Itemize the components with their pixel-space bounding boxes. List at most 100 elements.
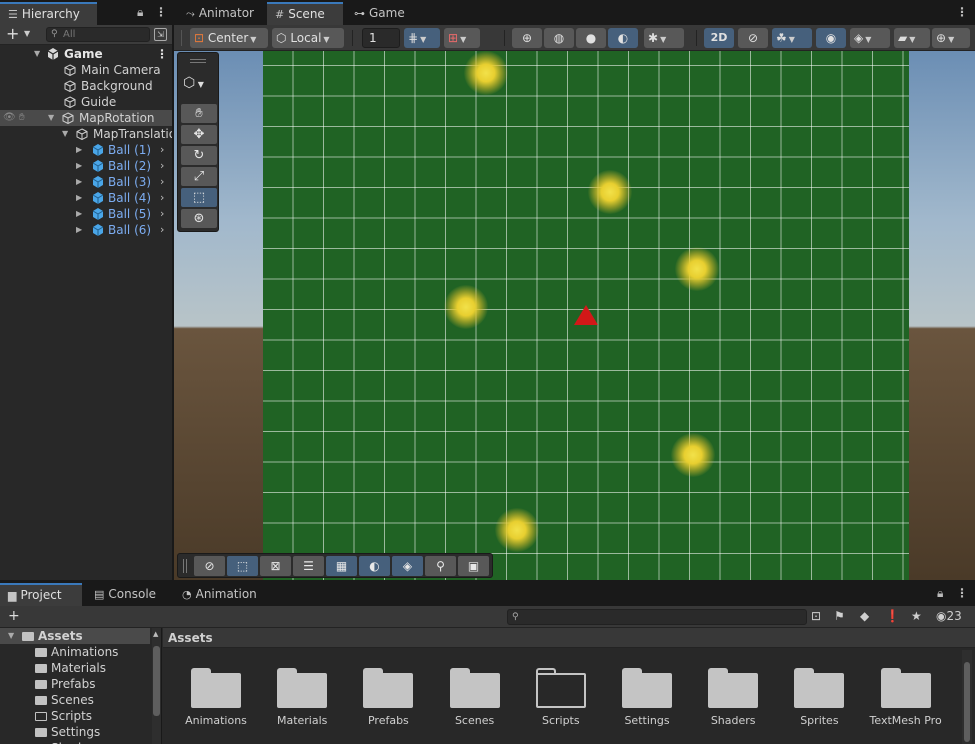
favorite-icon[interactable]: ★ xyxy=(911,609,922,623)
overlay-button[interactable]: ◈ xyxy=(392,556,423,576)
hierarchy-item[interactable]: ▶ Ball (4) › xyxy=(0,190,172,206)
ball-sprite[interactable] xyxy=(675,247,719,291)
scale-tool-button[interactable]: ⤢ xyxy=(181,167,217,186)
project-tree-item[interactable]: Prefabs xyxy=(35,676,96,692)
unlit-button[interactable]: ◐ xyxy=(608,28,638,48)
transform-tool-button[interactable]: ⊛ xyxy=(181,209,217,228)
scrollbar-thumb[interactable] xyxy=(964,662,970,742)
hierarchy-item[interactable]: ▶ Ball (5) › xyxy=(0,206,172,222)
chevron-right-icon[interactable]: › xyxy=(160,222,164,238)
project-tree-item[interactable]: Settings xyxy=(35,724,100,740)
hierarchy-search-input[interactable]: ⚲ All xyxy=(46,27,150,42)
more-menu-icon[interactable]: ⋮ xyxy=(956,5,968,19)
hierarchy-item[interactable]: ▶ Ball (6) › xyxy=(0,222,172,238)
asset-folder[interactable]: Animations xyxy=(173,668,259,727)
hierarchy-item[interactable]: ▶ Ball (1) › xyxy=(0,142,172,158)
palette-grip[interactable] xyxy=(190,59,206,63)
visibility-count[interactable]: ◉23 xyxy=(936,609,962,623)
tab-game[interactable]: ⊶ Game xyxy=(346,2,413,25)
grid-snap-input[interactable]: 1 xyxy=(362,28,400,48)
expand-arrow-icon[interactable]: ▶ xyxy=(76,174,82,190)
scroll-up-icon[interactable]: ▲ xyxy=(153,630,158,638)
more-menu-icon[interactable]: ⋮ xyxy=(956,586,968,600)
collapse-arrow-icon[interactable]: ▼ xyxy=(48,110,54,126)
project-tree-item[interactable]: ▼ Assets xyxy=(0,628,150,644)
pivot-mode-dropdown[interactable]: ⊡ Center ▼ xyxy=(190,28,268,48)
asset-folder[interactable]: Sprites xyxy=(776,668,862,727)
asset-folder[interactable]: Scripts xyxy=(518,668,604,727)
project-search-input[interactable]: ⚲ xyxy=(507,609,807,625)
tab-hierarchy[interactable]: ☰ Hierarchy xyxy=(0,2,97,25)
warning-icon[interactable]: ❗ xyxy=(885,609,900,623)
overlay-grip[interactable] xyxy=(183,559,187,573)
tab-animation[interactable]: ◔ Animation xyxy=(174,583,265,606)
wireframe-shading-button[interactable]: ⊕ xyxy=(512,28,542,48)
audio-effects-toggle[interactable]: ☘ ▼ xyxy=(772,28,812,48)
label-icon[interactable]: ◆ xyxy=(860,609,869,623)
create-button[interactable]: + xyxy=(8,606,20,626)
create-button[interactable]: + xyxy=(6,25,19,43)
overlay-button[interactable]: ▦ xyxy=(326,556,357,576)
pivot-space-dropdown[interactable]: ⬡ Local ▼ xyxy=(272,28,344,48)
lock-icon[interactable]: 🔒︎ xyxy=(137,5,143,20)
mode-2d-toggle[interactable]: 2D xyxy=(704,28,734,48)
asset-folder[interactable]: Prefabs xyxy=(345,668,431,727)
scene-viewport[interactable]: ⬡ ▼ ✋︎ ✥ ↻ ⤢ ⬚ ⊛ ⊘ ⬚ ⊠ ☰ ▦ ◐ ◈ ⚲ ▣ xyxy=(174,51,975,580)
move-tool-button[interactable]: ✥ xyxy=(181,125,217,144)
hierarchy-item[interactable]: Background xyxy=(0,78,172,94)
ball-sprite[interactable] xyxy=(495,508,539,552)
ball-sprite[interactable] xyxy=(464,51,508,95)
filter-icon[interactable]: ⚑ xyxy=(834,609,845,623)
project-tree-item[interactable]: Scenes xyxy=(35,692,94,708)
overlay-button[interactable]: ☰ xyxy=(293,556,324,576)
debug-draw-mode-dropdown[interactable]: ✱ ▼ xyxy=(644,28,684,48)
project-tree-item[interactable]: Scripts xyxy=(35,708,92,724)
scene-camera-dropdown[interactable]: ▰ ▼ xyxy=(894,28,930,48)
project-tree-item[interactable]: Shaders xyxy=(35,740,100,744)
player-triangle[interactable] xyxy=(574,305,598,325)
project-tree-item[interactable]: Animations xyxy=(35,644,118,660)
project-tree-item[interactable]: Materials xyxy=(35,660,106,676)
collapse-arrow-icon[interactable]: ▼ xyxy=(8,628,14,644)
tab-console[interactable]: ▤ Console xyxy=(86,583,164,606)
expand-arrow-icon[interactable]: ▶ xyxy=(76,206,82,222)
hierarchy-item[interactable]: 👁︎ ✋︎ ▼ MapRotation xyxy=(0,110,172,126)
visibility-eye-icon[interactable]: 👁︎ ✋︎ xyxy=(3,110,25,126)
grid-snap-toggle[interactable]: ⋕ ▼ xyxy=(404,28,440,48)
chevron-right-icon[interactable]: › xyxy=(160,174,164,190)
asset-folder[interactable]: Shaders xyxy=(690,668,776,727)
chevron-right-icon[interactable]: › xyxy=(160,158,164,174)
tab-project[interactable]: ▆ Project xyxy=(0,583,82,606)
overlay-button[interactable]: ⊘ xyxy=(194,556,225,576)
expand-arrow-icon[interactable]: ▶ xyxy=(76,222,82,238)
scene-visibility-toggle[interactable]: ◉ xyxy=(816,28,846,48)
chevron-right-icon[interactable]: › xyxy=(160,206,164,222)
hierarchy-item[interactable]: Guide xyxy=(0,94,172,110)
asset-folder[interactable]: Materials xyxy=(259,668,345,727)
shaded-wireframe-button[interactable]: ◍ xyxy=(544,28,574,48)
expand-arrow-icon[interactable]: ▶ xyxy=(76,158,82,174)
chevron-right-icon[interactable]: › xyxy=(160,190,164,206)
ball-sprite[interactable] xyxy=(588,170,632,214)
tree-scrollbar[interactable]: ▲ xyxy=(152,628,161,744)
chevron-down-icon[interactable]: ▼ xyxy=(24,29,30,38)
ball-sprite[interactable] xyxy=(671,433,715,477)
lighting-toggle[interactable]: ⊘ xyxy=(738,28,768,48)
asset-folder[interactable]: Scenes xyxy=(432,668,518,727)
asset-folder[interactable]: TextMesh Pro xyxy=(863,668,949,727)
tab-scene[interactable]: # Scene xyxy=(267,2,343,25)
scrollbar-thumb[interactable] xyxy=(153,646,160,716)
scene-visibility-icon[interactable]: ⇲ xyxy=(154,28,167,41)
overlay-button[interactable]: ◐ xyxy=(359,556,390,576)
lock-icon[interactable]: 🔒︎ xyxy=(937,586,943,601)
layers-dropdown[interactable]: ◈ ▼ xyxy=(850,28,890,48)
collapse-arrow-icon[interactable]: ▼ xyxy=(34,46,40,62)
more-menu-icon[interactable]: ⋮ xyxy=(155,5,167,19)
assets-scrollbar[interactable] xyxy=(962,650,972,744)
hierarchy-item[interactable]: ▼ Game ⋮ xyxy=(0,46,172,62)
overlay-button[interactable]: ▣ xyxy=(458,556,489,576)
gizmos-dropdown[interactable]: ⊕ ▼ xyxy=(932,28,970,48)
ball-sprite[interactable] xyxy=(444,285,488,329)
overlay-button[interactable]: ⚲ xyxy=(425,556,456,576)
tab-animator[interactable]: ⤳ Animator xyxy=(178,2,262,25)
